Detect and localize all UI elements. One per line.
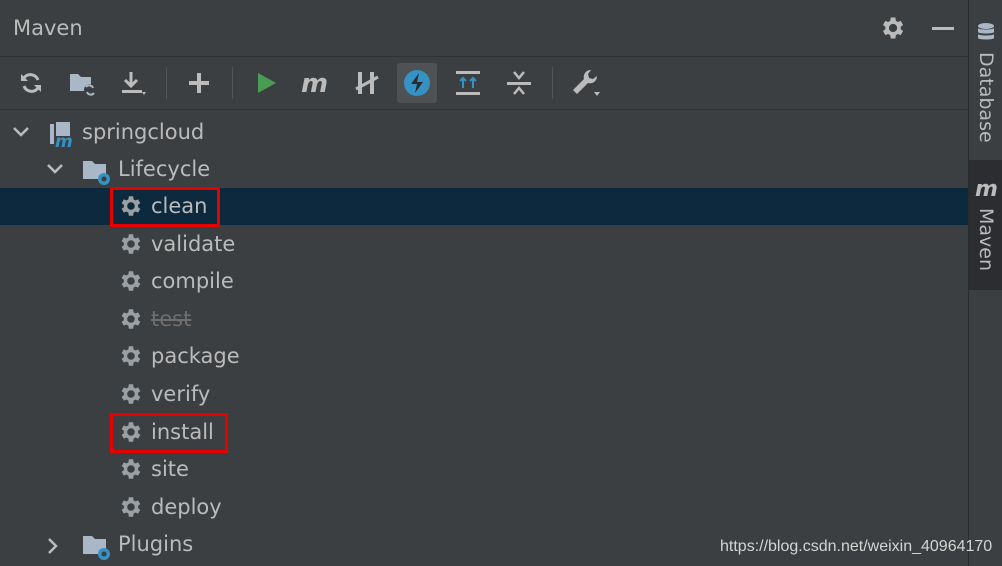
collapse-all-icon[interactable] (499, 63, 539, 103)
maven-toolbar: m (0, 57, 968, 110)
toolbar-separator (552, 67, 553, 99)
database-tab-label: Database (975, 52, 997, 143)
lifecycle-goal-package[interactable]: package (0, 338, 968, 375)
toolbar-separator (232, 67, 233, 99)
show-dependencies-icon[interactable] (448, 63, 488, 103)
goal-label: compile (151, 269, 234, 293)
add-icon[interactable] (179, 63, 219, 103)
maven-project-tree: m springcloud Lifecycle clean validate com… (0, 113, 968, 566)
download-icon[interactable] (114, 63, 154, 103)
tree-node-project[interactable]: m springcloud (0, 114, 968, 151)
plugins-label: Plugins (118, 532, 194, 556)
maven-project-icon: m (50, 122, 73, 148)
svg-text:m: m (975, 178, 998, 200)
plugins-folder-icon (83, 536, 110, 560)
settings-wrench-icon[interactable] (566, 63, 606, 103)
run-icon[interactable] (246, 63, 286, 103)
goal-gear-icon (117, 419, 143, 449)
goal-gear-icon (117, 381, 143, 411)
goal-gear-icon (117, 193, 143, 223)
goal-gear-icon (117, 306, 143, 336)
toolbar-separator (166, 67, 167, 99)
goal-gear-icon (117, 456, 143, 486)
minimize-icon[interactable] (929, 14, 957, 42)
lifecycle-folder-icon (83, 161, 110, 185)
svg-text:m: m (301, 69, 328, 97)
lifecycle-goal-verify[interactable]: verify (0, 376, 968, 413)
tree-node-lifecycle[interactable]: Lifecycle (0, 151, 968, 188)
watermark-url: https://blog.csdn.net/weixin_40964170 (720, 538, 993, 555)
lifecycle-goal-validate[interactable]: validate (0, 226, 968, 263)
tool-window-header: Maven (0, 0, 968, 57)
reload-icon[interactable] (11, 63, 51, 103)
chevron-down-icon[interactable] (45, 161, 65, 177)
gear-icon[interactable] (878, 14, 906, 42)
lifecycle-goal-deploy[interactable]: deploy (0, 489, 968, 526)
goal-gear-icon (117, 494, 143, 524)
maven-tool-window: Maven m m springcloud Lifecycle clean va… (0, 0, 968, 566)
goal-gear-icon (117, 231, 143, 261)
skip-tests-icon[interactable] (397, 63, 437, 103)
database-icon (978, 23, 994, 40)
database-tab[interactable]: Database (969, 0, 1002, 150)
goal-gear-icon (117, 268, 143, 298)
goal-gear-icon (117, 343, 143, 373)
goal-label: clean (151, 194, 208, 218)
lifecycle-goal-compile[interactable]: compile (0, 263, 968, 300)
maven-icon: m (975, 178, 998, 200)
goal-label: deploy (151, 495, 222, 519)
maven-goal-icon[interactable]: m (296, 63, 336, 103)
svg-text:m: m (55, 132, 73, 148)
maven-tab-label: Maven (975, 208, 997, 272)
toggle-offline-icon[interactable] (347, 63, 387, 103)
lifecycle-goal-install[interactable]: install (0, 413, 968, 453)
chevron-right-icon[interactable] (45, 536, 61, 556)
lifecycle-goal-site[interactable]: site (0, 451, 968, 488)
lifecycle-goal-test[interactable]: test (0, 301, 968, 338)
goal-label: verify (151, 382, 211, 406)
goal-label: test (151, 307, 192, 331)
goal-label: install (151, 420, 214, 444)
generate-sources-icon[interactable] (63, 63, 103, 103)
chevron-down-icon[interactable] (11, 124, 31, 140)
lifecycle-label: Lifecycle (118, 157, 211, 181)
lifecycle-goal-clean[interactable]: clean (0, 187, 968, 227)
maven-tab[interactable]: m Maven (969, 160, 1002, 290)
goal-label: validate (151, 232, 236, 256)
project-label: springcloud (82, 120, 205, 144)
goal-label: site (151, 457, 189, 481)
goal-label: package (151, 344, 240, 368)
right-tool-strip: Database m Maven (968, 0, 1002, 566)
tool-window-title: Maven (13, 16, 83, 40)
